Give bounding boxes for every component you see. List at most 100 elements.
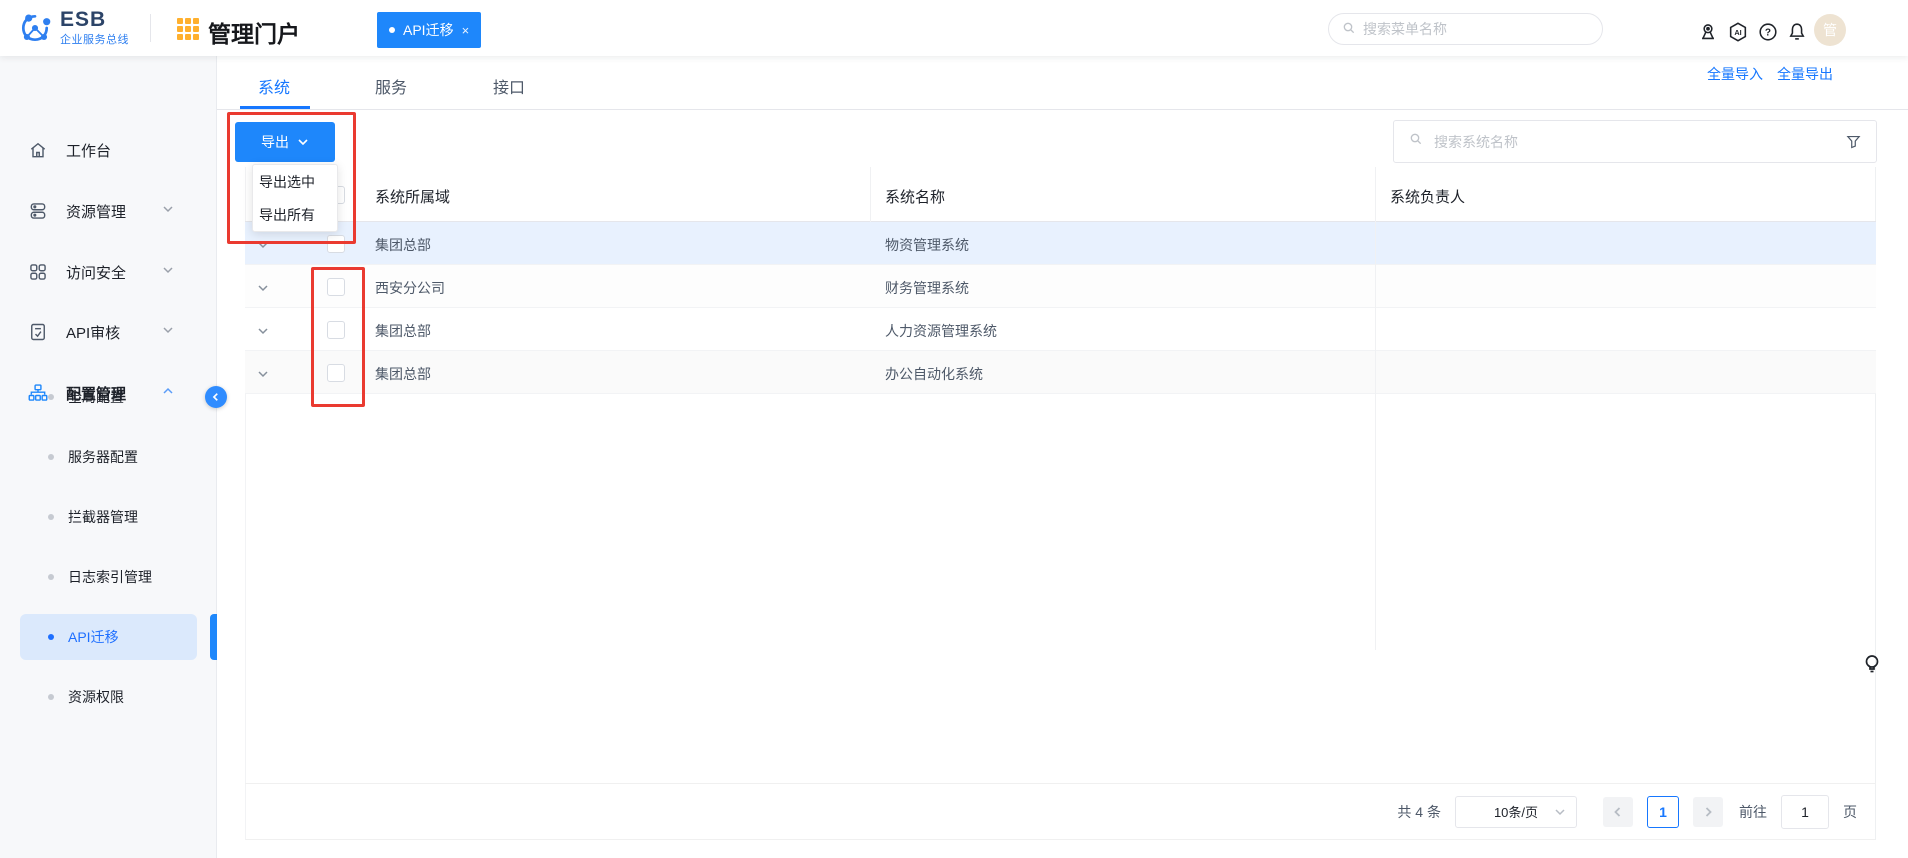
logo-title: ESB <box>60 8 106 32</box>
sidebar-subitem-server-config[interactable]: 服务器配置 <box>20 437 197 477</box>
lightbulb-icon[interactable] <box>1862 653 1882 677</box>
row-checkbox[interactable] <box>327 235 345 253</box>
tab-service[interactable]: 服务 <box>375 74 407 98</box>
sidebar-subitem-global-config[interactable]: 全局配置 <box>20 377 197 417</box>
cell-name: 物资管理系统 <box>885 235 969 255</box>
goto-page-input[interactable] <box>1781 795 1829 829</box>
sidebar-item-label: API审核 <box>66 322 120 343</box>
cell-name: 财务管理系统 <box>885 278 969 298</box>
sidebar-subitem-resource-permission[interactable]: 资源权限 <box>20 677 197 717</box>
total-count-label: 共 4 条 <box>1397 802 1441 822</box>
export-dropdown-menu: 导出选中 导出所有 <box>252 164 338 232</box>
system-search-box[interactable] <box>1393 120 1877 163</box>
tab-active-dot <box>389 27 395 33</box>
grid-2x2-icon <box>28 262 48 282</box>
bell-icon[interactable] <box>1786 21 1808 43</box>
bullet-icon <box>48 634 54 640</box>
ai-assistant-icon[interactable]: AI <box>1727 21 1749 43</box>
logo-subtitle: 企业服务总线 <box>60 31 129 47</box>
export-button[interactable]: 导出 <box>235 122 335 162</box>
chevron-down-icon <box>162 263 174 281</box>
menu-item-export-all[interactable]: 导出所有 <box>253 198 337 231</box>
table-row[interactable]: 集团总部 办公自动化系统 <box>245 351 1876 394</box>
location-pin-icon[interactable] <box>1697 21 1719 43</box>
system-search-input[interactable] <box>1432 133 1837 151</box>
filter-icon[interactable] <box>1845 133 1862 150</box>
help-icon[interactable]: ? <box>1757 21 1779 43</box>
menu-search-box[interactable]: 搜索菜单名称 <box>1328 13 1603 45</box>
row-expand-icon[interactable] <box>257 324 269 342</box>
app-root: ESB 企业服务总线 管理门户 API迁移 × 搜索菜 <box>0 0 1908 858</box>
tab-close-icon[interactable]: × <box>462 23 470 38</box>
sidebar-subitem-label: 拦截器管理 <box>68 507 138 527</box>
cell-domain: 集团总部 <box>375 321 431 341</box>
table-row[interactable]: 集团总部 人力资源管理系统 <box>245 308 1876 351</box>
top-header: ESB 企业服务总线 管理门户 API迁移 × 搜索菜 <box>0 0 1908 56</box>
open-tab-api-migration[interactable]: API迁移 × <box>377 12 481 48</box>
full-import-link[interactable]: 全量导入 <box>1707 64 1763 84</box>
chevron-down-icon <box>297 136 309 148</box>
tab-label: API迁移 <box>403 20 454 40</box>
cell-domain: 集团总部 <box>375 364 431 384</box>
prev-page-button[interactable] <box>1603 797 1633 827</box>
bullet-icon <box>48 514 54 520</box>
cell-domain: 西安分公司 <box>375 278 445 298</box>
active-tab-underline <box>240 106 310 109</box>
fixed-column-divider <box>1375 394 1376 650</box>
full-export-link[interactable]: 全量导出 <box>1777 64 1833 84</box>
chevron-down-icon <box>1554 806 1566 821</box>
sidebar-item-label: 工作台 <box>66 140 111 161</box>
sidebar-item-access-security[interactable]: 访问安全 <box>0 252 216 292</box>
next-page-button[interactable] <box>1693 797 1723 827</box>
column-divider <box>1375 167 1376 222</box>
tab-system[interactable]: 系统 <box>258 74 290 98</box>
row-checkbox[interactable] <box>327 321 345 339</box>
chevron-down-icon <box>162 202 174 220</box>
column-header-name: 系统名称 <box>885 186 945 207</box>
table-row[interactable]: 集团总部 物资管理系统 <box>245 222 1876 265</box>
portal-grid-icon <box>176 17 200 46</box>
page-size-select[interactable]: 10条/页 <box>1455 796 1577 828</box>
sidebar-subitem-interceptor[interactable]: 拦截器管理 <box>20 497 197 537</box>
sidebar-collapse-button[interactable] <box>205 386 227 408</box>
page-size-value: 10条/页 <box>1494 802 1538 821</box>
pagination-bar: 共 4 条 10条/页 1 前往 页 <box>245 783 1876 839</box>
chevron-down-icon <box>162 323 174 341</box>
sidebar-subitem-log-index[interactable]: 日志索引管理 <box>20 557 197 597</box>
search-icon <box>1408 131 1424 152</box>
esb-logo-icon <box>16 10 54 51</box>
menu-item-export-selected[interactable]: 导出选中 <box>253 165 337 198</box>
row-expand-icon[interactable] <box>257 281 269 299</box>
sidebar-item-workbench[interactable]: 工作台 <box>0 130 216 170</box>
bullet-icon <box>48 394 54 400</box>
svg-text:?: ? <box>1765 28 1771 39</box>
cell-name: 办公自动化系统 <box>885 364 983 384</box>
sidebar-item-api-review[interactable]: API审核 <box>0 312 216 352</box>
table-header-row: 系统所属域 系统名称 系统负责人 <box>245 167 1876 222</box>
cell-domain: 集团总部 <box>375 235 431 255</box>
search-icon <box>1341 20 1357 39</box>
column-header-domain: 系统所属域 <box>375 186 450 207</box>
bullet-icon <box>48 694 54 700</box>
row-expand-icon[interactable] <box>257 238 269 256</box>
column-divider <box>1375 308 1376 351</box>
bullet-icon <box>48 454 54 460</box>
sidebar-subitem-label: 服务器配置 <box>68 447 138 467</box>
sidebar-subitem-label: 日志索引管理 <box>68 567 152 587</box>
row-expand-icon[interactable] <box>257 367 269 385</box>
menu-search-placeholder: 搜索菜单名称 <box>1363 19 1447 39</box>
sidebar-subitem-label: 全局配置 <box>68 387 124 407</box>
home-icon <box>28 140 48 160</box>
sidebar-item-resources[interactable]: 资源管理 <box>0 191 216 231</box>
row-checkbox[interactable] <box>327 364 345 382</box>
page-number-button[interactable]: 1 <box>1647 796 1679 828</box>
active-item-indicator <box>210 614 217 660</box>
row-checkbox[interactable] <box>327 278 345 296</box>
bullet-icon <box>48 574 54 580</box>
tab-interface[interactable]: 接口 <box>493 74 525 98</box>
column-header-owner: 系统负责人 <box>1390 186 1465 207</box>
column-divider <box>870 167 871 222</box>
table-row[interactable]: 西安分公司 财务管理系统 <box>245 265 1876 308</box>
sidebar-subitem-api-migration[interactable]: API迁移 <box>20 614 197 660</box>
user-avatar[interactable]: 管 <box>1814 14 1846 46</box>
